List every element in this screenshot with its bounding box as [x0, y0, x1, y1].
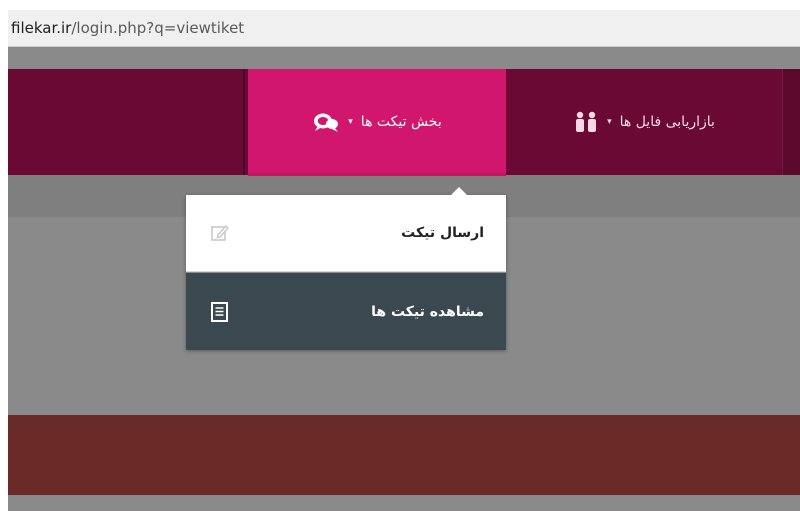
nav-tickets-label: بخش تیکت ها [360, 114, 442, 130]
footer-bar [8, 415, 800, 495]
nav-item-files[interactable]: ▾ بازاریابی فایل ها [506, 69, 782, 175]
chat-bubbles-icon [312, 111, 340, 133]
view-tickets-label: مشاهده تیکت ها [371, 303, 484, 320]
bottom-spacer [8, 495, 800, 511]
nav-item-tickets[interactable]: ▾ بخش تیکت ها [248, 69, 506, 175]
address-bar[interactable]: filekar.ir/login.php?q=viewtiket [8, 10, 800, 47]
chevron-down-icon: ▾ [348, 117, 353, 127]
users-icon [573, 111, 599, 133]
list-document-icon [210, 301, 230, 323]
tickets-dropdown-menu: ارسال تیکت مشاهده تیکت ها [186, 187, 506, 350]
top-spacer [8, 47, 800, 69]
dropdown-item-view-tickets[interactable]: مشاهده تیکت ها [186, 273, 506, 350]
page-frame: filekar.ir/login.php?q=viewtiket ▾ بخش ت… [8, 10, 800, 511]
main-navbar: ▾ بخش تیکت ها ▾ بازاریابی فایل ها [8, 69, 800, 175]
send-ticket-label: ارسال تیکت [401, 225, 484, 241]
address-domain: filekar.ir [11, 19, 72, 37]
chevron-down-icon: ▾ [607, 117, 612, 127]
nav-files-label: بازاریابی فایل ها [619, 114, 715, 130]
active-tab-underline [248, 173, 506, 176]
dropdown-arrow [451, 187, 467, 195]
dropdown-item-send-ticket[interactable]: ارسال تیکت [186, 195, 506, 272]
edit-icon [210, 223, 230, 243]
address-path: /login.php?q=viewtiket [71, 19, 245, 37]
navbar-right-edge [782, 69, 800, 175]
navbar-empty-section [8, 69, 245, 175]
